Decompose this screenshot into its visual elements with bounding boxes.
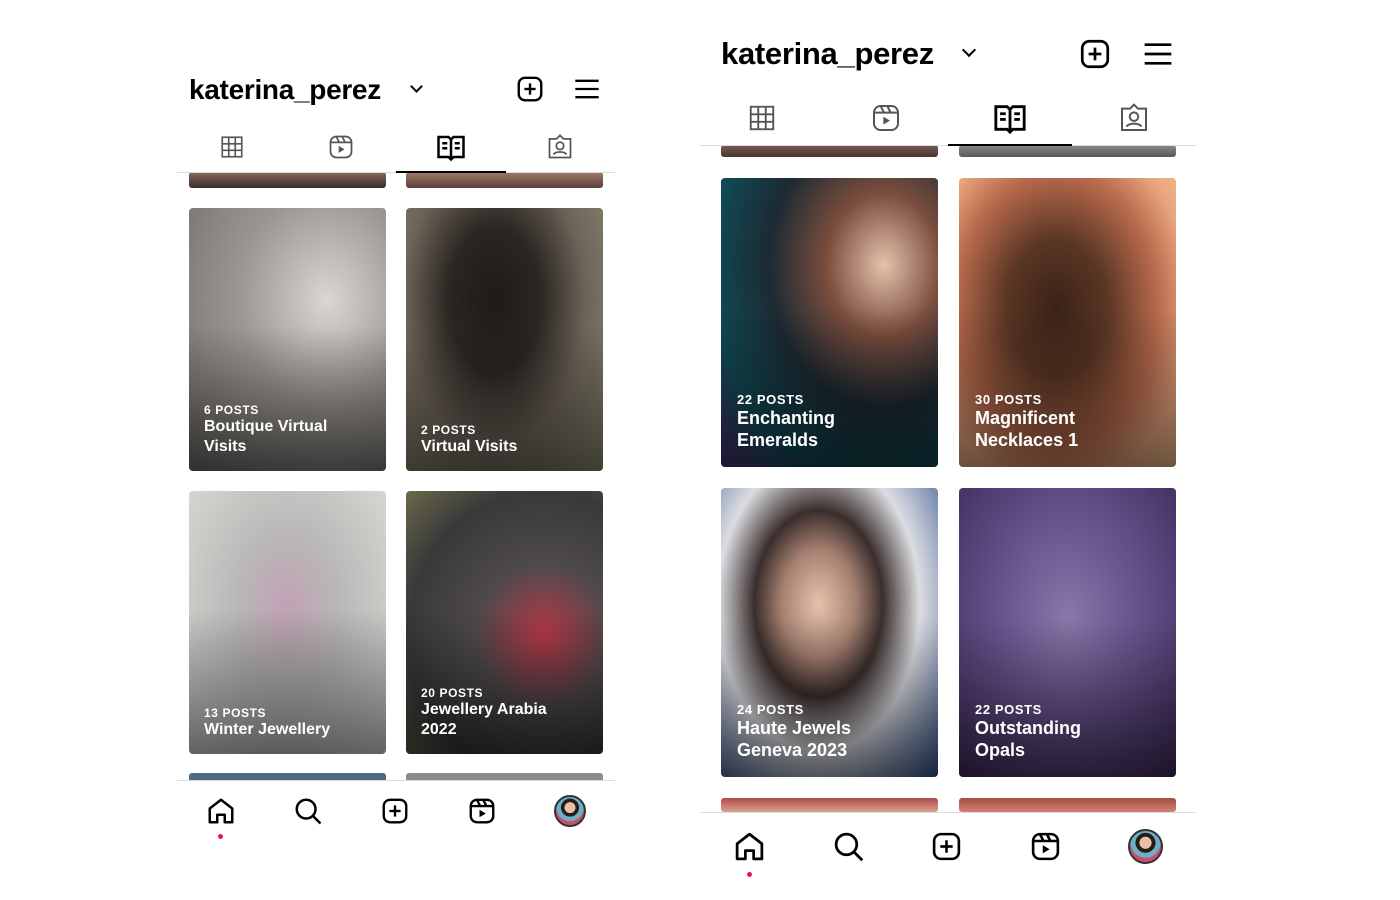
profile-avatar <box>554 795 587 827</box>
guide-title: Winter Jewellery <box>204 721 331 738</box>
profile-tabs <box>177 122 615 173</box>
nav-create[interactable] <box>930 830 963 863</box>
profile-header: katerina_perez <box>177 72 615 108</box>
reels-icon <box>329 135 353 159</box>
card-meta: 20 POSTS Jewellery Arabia 2022 <box>421 686 551 740</box>
card-meta: 22 POSTS Enchanting Emeralds <box>737 392 887 451</box>
guide-post-count: 13 POSTS <box>204 706 267 720</box>
nav-reels[interactable] <box>467 796 497 826</box>
card-meta: 13 POSTS Winter Jewellery <box>204 706 374 740</box>
nav-profile[interactable] <box>1128 828 1164 864</box>
guide-card[interactable]: 30 POSTS Magnificent Necklaces 1 <box>959 178 1176 467</box>
nav-create[interactable] <box>380 796 410 826</box>
guide-post-count: 22 POSTS <box>975 702 1042 717</box>
tab-posts[interactable] <box>177 122 287 172</box>
menu-icon[interactable] <box>1142 38 1174 70</box>
username[interactable]: katerina_perez <box>189 74 381 106</box>
reels-icon <box>873 104 899 131</box>
guide-card-peek <box>189 172 386 188</box>
guide-title: Magnificent Necklaces 1 <box>975 408 1079 450</box>
card-meta: 2 POSTS Virtual Visits <box>421 423 551 457</box>
search-icon <box>834 832 863 861</box>
guide-post-count: 22 POSTS <box>737 392 804 407</box>
header-actions <box>1078 37 1174 71</box>
guide-card[interactable]: 22 POSTS Enchanting Emeralds <box>721 178 938 467</box>
guide-title: Haute Jewels Geneva 2023 <box>737 718 852 760</box>
search-icon <box>295 798 322 825</box>
tab-posts[interactable] <box>700 90 824 145</box>
tab-reels[interactable] <box>287 122 397 172</box>
guides-icon <box>437 135 465 162</box>
guide-post-count: 20 POSTS <box>421 686 484 700</box>
tagged-icon <box>1121 102 1147 131</box>
bottom-nav <box>177 780 615 841</box>
nav-reels[interactable] <box>1029 830 1062 863</box>
right-screen: katerina_perez 22 POSTS Enchanting Emera… <box>700 20 1196 890</box>
reels-icon <box>1032 832 1060 860</box>
profile-avatar <box>1128 828 1164 864</box>
guide-title: Outstanding Opals <box>975 718 1081 760</box>
guide-card-peek <box>721 145 938 157</box>
bottom-nav <box>700 812 1196 879</box>
tab-reels[interactable] <box>824 90 948 145</box>
guide-card-peek <box>406 172 603 188</box>
guide-post-count: 30 POSTS <box>975 392 1042 407</box>
card-meta: 24 POSTS Haute Jewels Geneva 2023 <box>737 702 887 761</box>
create-icon <box>382 798 408 824</box>
header-actions <box>515 74 601 104</box>
guide-card[interactable]: 22 POSTS Outstanding Opals <box>959 488 1176 777</box>
guide-card[interactable]: 13 POSTS Winter Jewellery <box>189 491 386 754</box>
grid-icon <box>221 136 243 158</box>
guide-card-peek <box>721 798 938 812</box>
guide-card[interactable]: 6 POSTS Boutique Virtual Visits <box>189 208 386 471</box>
nav-search[interactable] <box>832 830 865 863</box>
tab-tagged[interactable] <box>1072 90 1196 145</box>
new-post-icon[interactable] <box>515 74 545 104</box>
nav-profile[interactable] <box>554 795 587 827</box>
guide-post-count: 2 POSTS <box>421 423 476 437</box>
tab-guides[interactable] <box>948 90 1072 146</box>
guide-card[interactable]: 24 POSTS Haute Jewels Geneva 2023 <box>721 488 938 777</box>
nav-home[interactable] <box>206 796 236 839</box>
nav-home[interactable] <box>733 830 766 877</box>
guide-title: Enchanting Emeralds <box>737 408 835 450</box>
chevron-down-icon[interactable] <box>410 80 423 93</box>
card-meta: 30 POSTS Magnificent Necklaces 1 <box>975 392 1125 451</box>
left-screen: katerina_perez 6 POSTS Boutique Virtual … <box>177 60 615 850</box>
guide-post-count: 24 POSTS <box>737 702 804 717</box>
guide-title: Virtual Visits <box>421 438 518 455</box>
card-meta: 22 POSTS Outstanding Opals <box>975 702 1125 761</box>
guide-title: Jewellery Arabia 2022 <box>421 701 547 738</box>
guide-card-peek <box>959 145 1176 157</box>
notification-dot <box>746 871 752 877</box>
guides-icon <box>994 104 1026 134</box>
tagged-icon <box>548 134 572 159</box>
reels-icon <box>469 798 495 824</box>
home-icon <box>208 798 234 824</box>
home-icon <box>735 832 764 860</box>
new-post-icon[interactable] <box>1078 37 1112 71</box>
guide-post-count: 6 POSTS <box>204 403 259 417</box>
grid-icon <box>749 105 775 130</box>
profile-header: katerina_perez <box>700 34 1196 74</box>
chevron-down-icon[interactable] <box>961 42 977 58</box>
nav-search[interactable] <box>293 796 323 826</box>
card-meta: 6 POSTS Boutique Virtual Visits <box>204 403 334 457</box>
menu-icon[interactable] <box>573 75 601 103</box>
notification-dot <box>218 834 224 839</box>
tab-guides[interactable] <box>396 122 506 173</box>
guide-card[interactable]: 2 POSTS Virtual Visits <box>406 208 603 471</box>
username[interactable]: katerina_perez <box>721 36 934 72</box>
tab-tagged[interactable] <box>506 122 616 172</box>
guide-title: Boutique Virtual Visits <box>204 418 328 455</box>
guide-card[interactable]: 20 POSTS Jewellery Arabia 2022 <box>406 491 603 754</box>
guide-card-peek <box>959 798 1176 812</box>
create-icon <box>933 832 961 860</box>
profile-tabs <box>700 90 1196 146</box>
